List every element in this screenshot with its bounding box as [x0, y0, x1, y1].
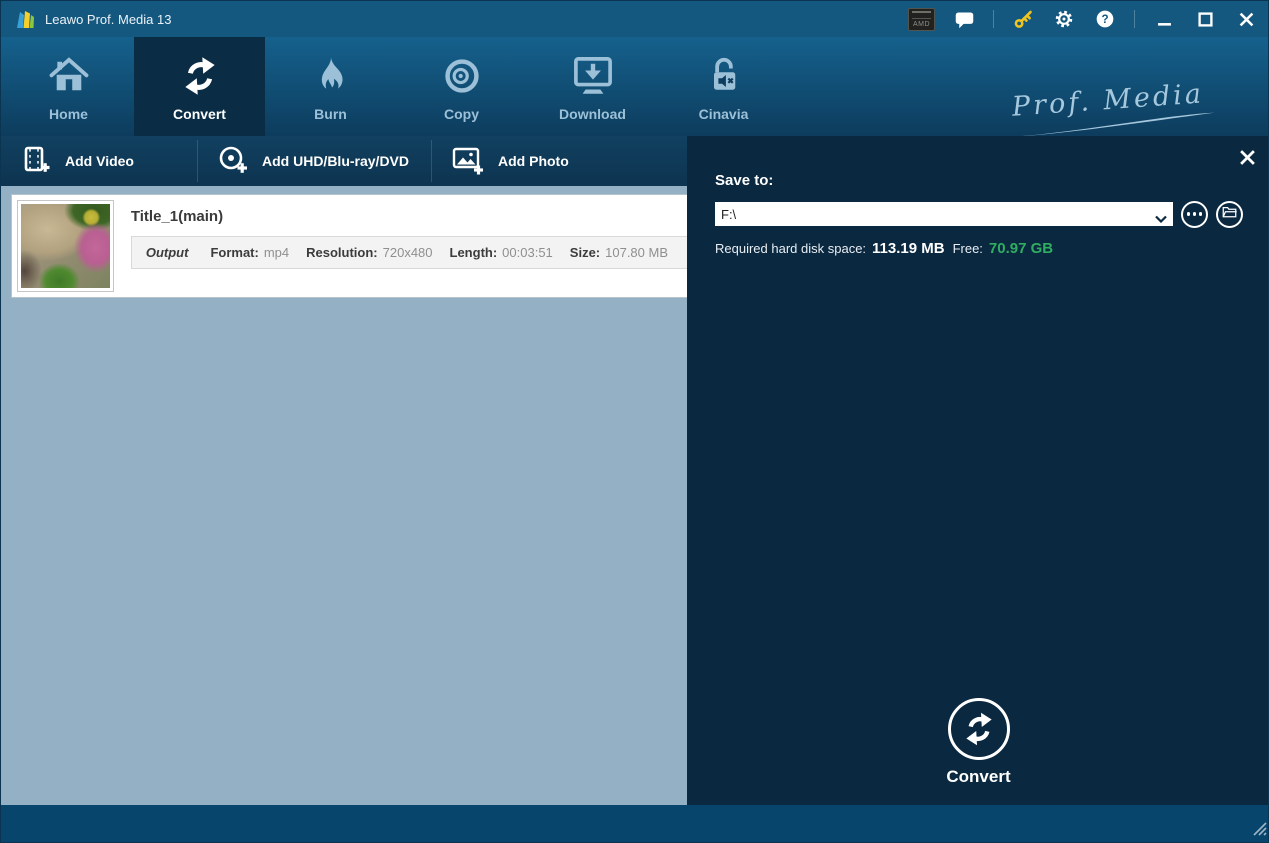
required-space-label: Required hard disk space: [715, 241, 866, 256]
tab-label: Cinavia [699, 106, 749, 122]
close-button[interactable] [1234, 7, 1258, 31]
add-toolbar: Add Video Add UHD/Blu-ray/DVD [1, 136, 687, 186]
add-video-button[interactable]: Add Video [1, 136, 197, 186]
photo-plus-icon [452, 145, 484, 178]
panel-close-icon[interactable] [1237, 147, 1257, 167]
titlebar: Leawo Prof. Media 13 AMD ? [1, 1, 1268, 37]
resolution-value: 720x480 [383, 245, 433, 260]
tab-copy[interactable]: Copy [396, 37, 527, 136]
titlebar-separator [1134, 10, 1135, 28]
statusbar [1, 805, 1268, 842]
output-info-bar: Output Format: mp4 Resolution: 720x480 L… [131, 236, 687, 269]
film-plus-icon [21, 145, 51, 178]
tool-label: Add UHD/Blu-ray/DVD [262, 153, 409, 169]
resize-grip[interactable] [1251, 820, 1267, 841]
convert-button-label: Convert [946, 767, 1010, 787]
tab-label: Convert [173, 106, 226, 122]
main-nav: Home Convert [1, 37, 1268, 136]
app-title: Leawo Prof. Media 13 [45, 12, 171, 27]
required-space-value: 113.19 MB [872, 240, 945, 257]
open-folder-button[interactable] [1216, 201, 1243, 228]
save-to-label: Save to: [715, 172, 1244, 189]
amd-badge-bars [912, 11, 931, 19]
home-icon [47, 52, 91, 100]
minimize-button[interactable] [1152, 7, 1176, 31]
download-monitor-icon [571, 52, 615, 100]
flame-icon [310, 52, 352, 100]
leawo-logo-icon [13, 7, 37, 31]
format-label: Format: [210, 245, 258, 260]
dropdown-chevron-icon[interactable] [1155, 210, 1167, 228]
save-path-input[interactable] [715, 202, 1173, 226]
disc-plus-icon [218, 145, 248, 178]
length-label: Length: [450, 245, 498, 260]
maximize-button[interactable] [1193, 7, 1217, 31]
amd-badge-icon[interactable]: AMD [908, 8, 935, 31]
media-item-row[interactable]: Title_1(main) Output Format: mp4 Resolut… [11, 194, 687, 298]
tab-home[interactable]: Home [3, 37, 134, 136]
format-value: mp4 [264, 245, 289, 260]
tab-burn[interactable]: Burn [265, 37, 396, 136]
add-photo-button[interactable]: Add Photo [432, 136, 610, 186]
media-info: Title_1(main) Output Format: mp4 Resolut… [119, 195, 687, 297]
tab-cinavia[interactable]: Cinavia [658, 37, 789, 136]
settings-gear-icon[interactable] [1052, 7, 1076, 31]
amd-badge-text: AMD [913, 21, 930, 28]
size-value: 107.80 MB [605, 245, 668, 260]
svg-text:?: ? [1101, 13, 1108, 26]
help-icon[interactable]: ? [1093, 7, 1117, 31]
titlebar-separator [993, 10, 994, 28]
browse-ellipsis-button[interactable] [1181, 201, 1208, 228]
free-space-value: 70.97 GB [989, 240, 1053, 257]
media-title: Title_1(main) [131, 208, 687, 225]
tab-download[interactable]: Download [527, 37, 658, 136]
tab-label: Download [559, 106, 626, 122]
register-key-icon[interactable] [1011, 7, 1035, 31]
save-to-panel: Save to: [687, 136, 1269, 807]
add-uhd-bluray-dvd-button[interactable]: Add UHD/Blu-ray/DVD [198, 136, 431, 186]
convert-button[interactable]: Convert [687, 698, 1269, 787]
length-value: 00:03:51 [502, 245, 553, 260]
unlock-mute-icon [704, 52, 744, 100]
disc-icon [441, 52, 483, 100]
tab-label: Home [49, 106, 88, 122]
video-thumbnail[interactable] [17, 200, 114, 292]
save-path-combobox [715, 202, 1173, 226]
tab-label: Burn [314, 106, 347, 122]
size-label: Size: [570, 245, 600, 260]
resolution-label: Resolution: [306, 245, 378, 260]
tab-convert[interactable]: Convert [134, 37, 265, 136]
thumbnail-image [21, 204, 110, 288]
tool-label: Add Video [65, 153, 134, 169]
tab-label: Copy [444, 106, 479, 122]
media-list: Title_1(main) Output Format: mp4 Resolut… [1, 186, 687, 807]
free-space-label: Free: [953, 241, 983, 256]
ellipsis-icon [1187, 212, 1203, 216]
folder-icon [1222, 205, 1237, 224]
convert-arrows-icon [178, 52, 222, 100]
convert-arrows-icon [948, 698, 1010, 760]
app-window: Leawo Prof. Media 13 AMD ? [0, 0, 1269, 843]
output-label: Output [146, 245, 189, 260]
feedback-bubble-icon[interactable] [952, 7, 976, 31]
tool-label: Add Photo [498, 153, 569, 169]
